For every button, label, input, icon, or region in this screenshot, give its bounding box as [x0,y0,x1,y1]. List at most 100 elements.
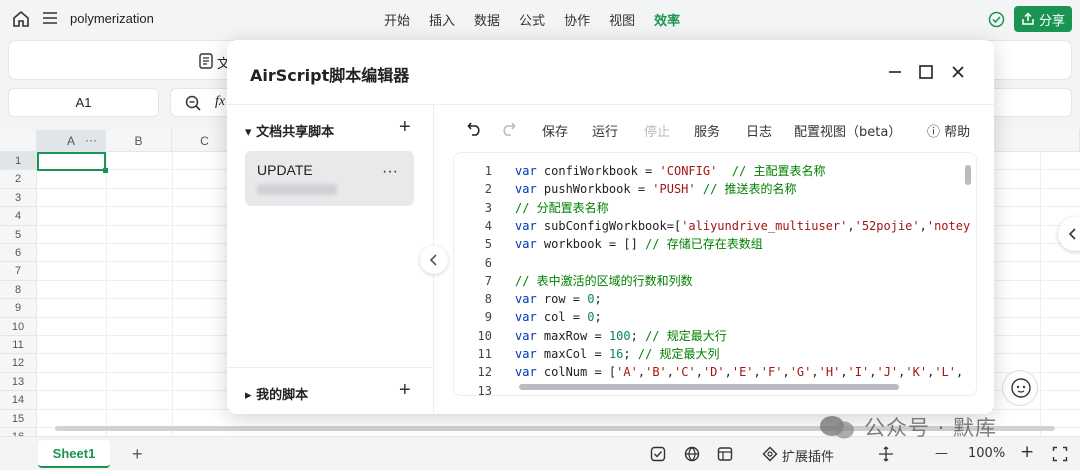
code-text: var maxRow = 100; // 规定最大行 [515,327,727,345]
stop-button[interactable]: 停止 [644,121,670,140]
tab-start[interactable]: 开始 [384,10,410,29]
move-icon[interactable] [878,446,894,462]
tab-data[interactable]: 数据 [474,10,500,29]
tab-collaborate[interactable]: 协作 [564,10,590,29]
code-token: , [811,365,819,380]
sheet-tab-sheet1[interactable]: Sheet1 [38,440,110,468]
document-title[interactable]: polymerization [70,11,154,26]
row-header[interactable]: 13 [0,372,37,392]
code-editor[interactable]: 1 var confiWorkbook = 'CONFIG' // 主配置表名称 2… [453,152,977,396]
tab-formula[interactable]: 公式 [519,10,545,29]
expand-panel-button[interactable] [1058,217,1080,251]
code-line[interactable]: 6 [454,254,976,272]
tab-view[interactable]: 视图 [609,10,635,29]
code-token: // 主配置表名称 [731,164,826,178]
config-view-button[interactable]: 配置视图（beta） [794,121,901,140]
active-cell-a1[interactable] [37,152,108,173]
cloud-sync-icon[interactable] [988,11,1005,28]
redo-icon[interactable] [500,120,516,136]
row-header[interactable]: 9 [0,299,37,318]
maximize-icon[interactable] [918,64,934,80]
code-horizontal-scrollbar[interactable] [519,384,899,390]
code-line[interactable]: 5 var workbook = [] // 存储已存在表数组 [454,235,976,253]
row-header[interactable]: 10 [0,317,37,336]
code-line[interactable]: 8 var row = 0; [454,290,976,308]
code-line[interactable]: 12 var colNum = ['A','B','C','D','E','F',… [454,363,976,381]
my-scripts-header[interactable]: ▸ 我的脚本 [245,384,308,403]
help-button[interactable]: ⓘ 帮助 [927,121,970,140]
zoom-level[interactable]: 100% [968,446,1005,461]
assistant-avatar[interactable] [1002,370,1038,406]
code-token: , [724,365,732,380]
save-button[interactable]: 保存 [542,121,568,140]
globe-icon[interactable] [684,446,700,462]
fullscreen-icon[interactable] [1052,446,1068,462]
collapse-sidebar-button[interactable] [420,246,448,274]
tab-efficiency[interactable]: 效率 [654,10,680,29]
code-line[interactable]: 3 // 分配置表名称 [454,199,976,217]
column-more-icon[interactable]: ··· [85,129,97,151]
top-bar: polymerization 开始 插入 数据 公式 协作 视图 效率 分享 [0,0,1080,38]
column-header-a[interactable]: A ··· [37,130,106,152]
grid-line [172,152,173,440]
run-button[interactable]: 运行 [592,121,618,140]
home-icon[interactable] [12,10,30,28]
script-item-update[interactable]: UPDATE ··· [245,151,414,206]
code-token: 'H' [818,365,841,380]
menu-icon[interactable] [42,10,58,26]
add-shared-script-button[interactable]: + [399,116,411,139]
shared-scripts-header[interactable]: ▾ 文档共享脚本 [245,121,334,140]
close-icon[interactable] [950,64,966,80]
line-number: 13 [477,383,492,396]
code-vertical-scrollbar[interactable] [965,165,971,185]
select-all-corner[interactable] [0,130,37,152]
code-line[interactable]: 2 var pushWorkbook = 'PUSH' // 推送表的名称 [454,180,976,198]
code-token: var [515,182,537,197]
add-sheet-button[interactable]: + [132,444,143,465]
line-number: 1 [484,164,492,178]
extensions-button[interactable]: 扩展插件 [782,446,834,465]
code-line[interactable]: 10 var maxRow = 100; // 规定最大行 [454,327,976,345]
code-line[interactable]: 1 var confiWorkbook = 'CONFIG' // 主配置表名称 [454,162,976,180]
row-header[interactable]: 14 [0,391,37,410]
line-number: 8 [484,292,492,307]
code-token: // 规定最大行 [645,328,727,343]
row-header[interactable]: 8 [0,280,37,300]
zoom-in-button[interactable]: + [1020,442,1034,462]
row-header[interactable]: 11 [0,336,37,355]
airscript-editor-dialog: AirScript脚本编辑器 ▾ 文档共享脚本 + UPDATE ··· ▸ 我… [227,40,994,414]
plugin-icon[interactable] [762,446,778,462]
row-header[interactable]: 2 [0,170,37,189]
code-text: var row = 0; [515,290,602,308]
share-button[interactable]: 分享 [1014,6,1072,32]
code-line[interactable]: 7 // 表中激活的区域的行数和列数 [454,272,976,290]
row-header[interactable]: 7 [0,262,37,281]
minimize-icon[interactable] [887,64,903,80]
undo-icon[interactable] [467,120,483,136]
cell-reference-box[interactable]: A1 [8,88,159,117]
add-my-script-button[interactable]: + [399,379,411,402]
row-header[interactable]: 6 [0,244,37,263]
service-button[interactable]: 服务 [694,121,720,140]
code-text: var col = 0; [515,308,602,326]
row-header[interactable]: 12 [0,354,37,373]
row-header[interactable]: 3 [0,188,37,208]
row-header[interactable]: 1 [0,152,37,171]
row-header[interactable]: 15 [0,409,37,428]
column-header-hidden[interactable] [994,130,1080,152]
row-header[interactable]: 4 [0,207,37,226]
zoom-out-button[interactable]: — [935,446,948,461]
check-icon[interactable] [650,446,666,462]
column-header-b[interactable]: B [106,130,172,152]
zoom-search-icon[interactable] [185,95,201,111]
code-line[interactable]: 4 var subConfigWorkbook=['aliyundrive_mul… [454,217,976,235]
share-label: 分享 [1038,13,1065,29]
code-line[interactable]: 9 var col = 0; [454,308,976,326]
log-button[interactable]: 日志 [746,121,772,140]
code-line[interactable]: 11 var maxCol = 16; // 规定最大列 [454,345,976,363]
table-icon[interactable] [717,446,733,462]
row-header[interactable]: 5 [0,225,37,244]
more-options-icon[interactable]: ··· [382,163,398,181]
tab-insert[interactable]: 插入 [429,10,455,29]
